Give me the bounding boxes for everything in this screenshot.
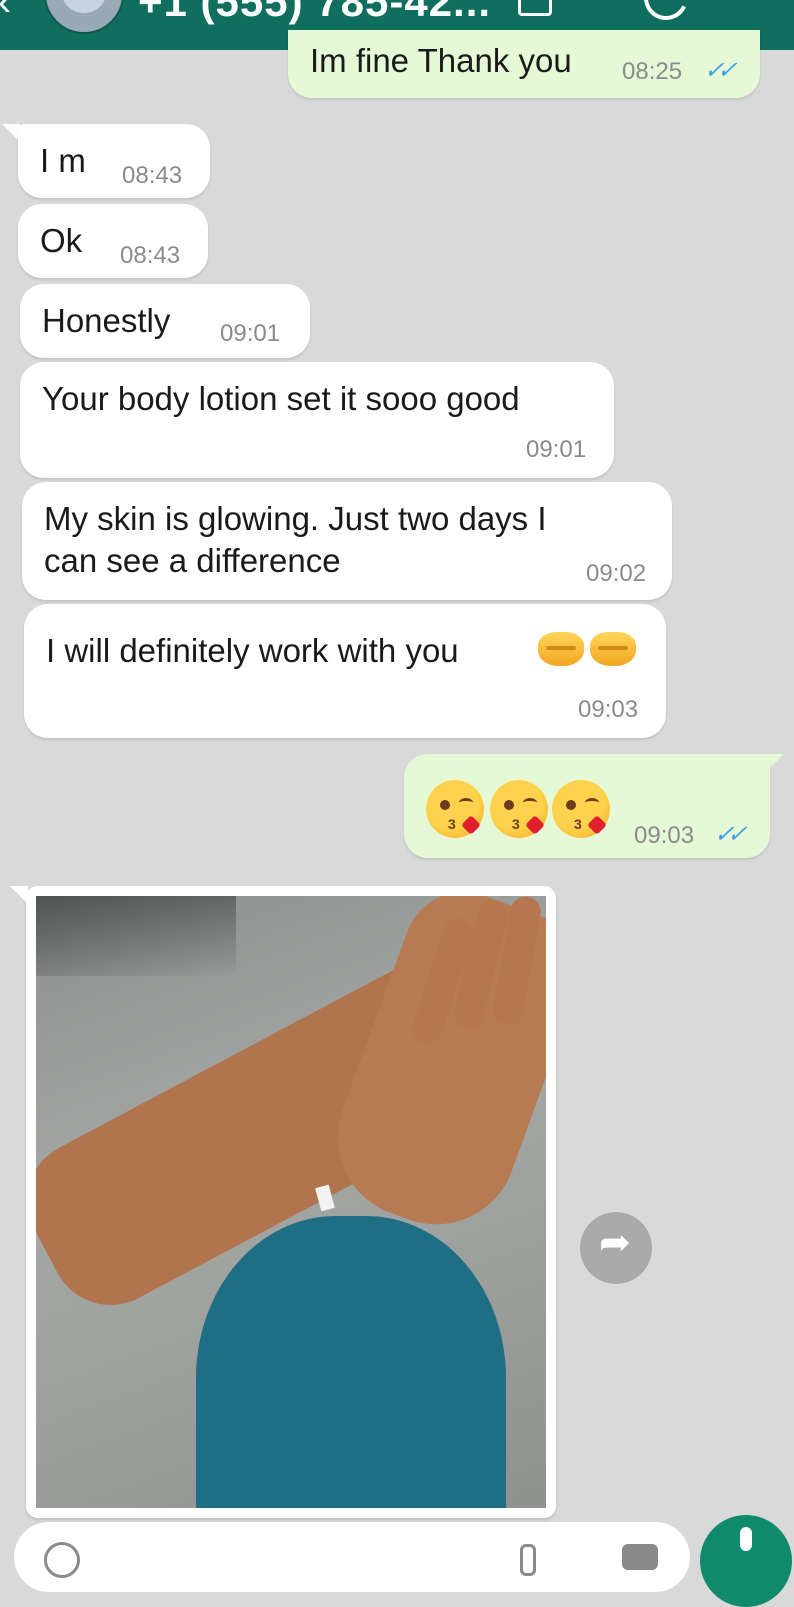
message-bubble-incoming[interactable]: Ok 08:43 <box>18 204 208 278</box>
message-text-line2: can see a difference <box>44 542 341 579</box>
video-icon[interactable] <box>518 0 552 16</box>
message-time: 08:43 <box>120 242 181 269</box>
message-bubble-incoming[interactable]: Honestly 09:01 <box>20 284 310 358</box>
emoji-icon[interactable] <box>44 1542 80 1578</box>
arrow-left-icon[interactable]: ‹ <box>0 0 11 22</box>
message-time: 09:03 <box>578 696 639 723</box>
contact-name[interactable]: +1 (555) 785-42... <box>138 0 491 26</box>
phone-icon[interactable] <box>637 0 695 27</box>
message-text-line1: My skin is glowing. Just two days I <box>44 500 547 537</box>
message-text: I will definitely work with you <box>46 632 459 669</box>
message-input-bar[interactable] <box>14 1522 690 1592</box>
share-icon[interactable]: ➦ <box>580 1212 652 1284</box>
read-ticks-icon: ✓✓ <box>711 821 747 848</box>
message-time: 09:01 <box>526 436 587 463</box>
message-bubble-incoming[interactable]: I m 08:43 <box>18 124 210 198</box>
microphone-icon[interactable] <box>700 1515 792 1607</box>
message-bubble-incoming[interactable]: Your body lotion set it sooo good 09:01 <box>20 362 614 478</box>
photo-message[interactable] <box>26 886 556 1518</box>
message-time: 08:25 <box>622 58 683 85</box>
message-text: I m <box>40 142 86 179</box>
avatar[interactable] <box>44 0 124 34</box>
kissing-heart-icon: 3 <box>552 780 610 838</box>
paperclip-icon[interactable] <box>520 1544 536 1576</box>
read-ticks-icon: ✓✓ <box>701 57 737 84</box>
message-bubble-incoming[interactable]: I will definitely work with you 09:03 <box>24 604 666 738</box>
message-bubble-outgoing[interactable]: Im fine Thank you 08:25 ✓✓ <box>288 30 760 98</box>
kissing-heart-icon: 3 <box>490 780 548 838</box>
message-text: Honestly <box>42 302 171 339</box>
handshake-icon <box>538 632 584 666</box>
handshake-icon <box>590 632 636 666</box>
kissing-heart-icon: 3 <box>426 780 484 838</box>
message-bubble-incoming[interactable]: My skin is glowing. Just two days I can … <box>22 482 672 600</box>
message-text: Ok <box>40 222 83 259</box>
message-time: 09:02 <box>586 560 647 587</box>
camera-icon[interactable] <box>622 1544 658 1570</box>
message-bubble-outgoing[interactable]: 3 3 3 09:03 ✓✓ <box>404 754 770 858</box>
message-time: 09:03 <box>634 822 695 849</box>
message-text: Your body lotion set it sooo good <box>42 380 520 417</box>
message-text: Im fine Thank you <box>310 42 572 79</box>
message-time: 09:01 <box>220 320 281 347</box>
message-time: 08:43 <box>122 162 183 189</box>
hand-photo[interactable] <box>36 896 546 1508</box>
